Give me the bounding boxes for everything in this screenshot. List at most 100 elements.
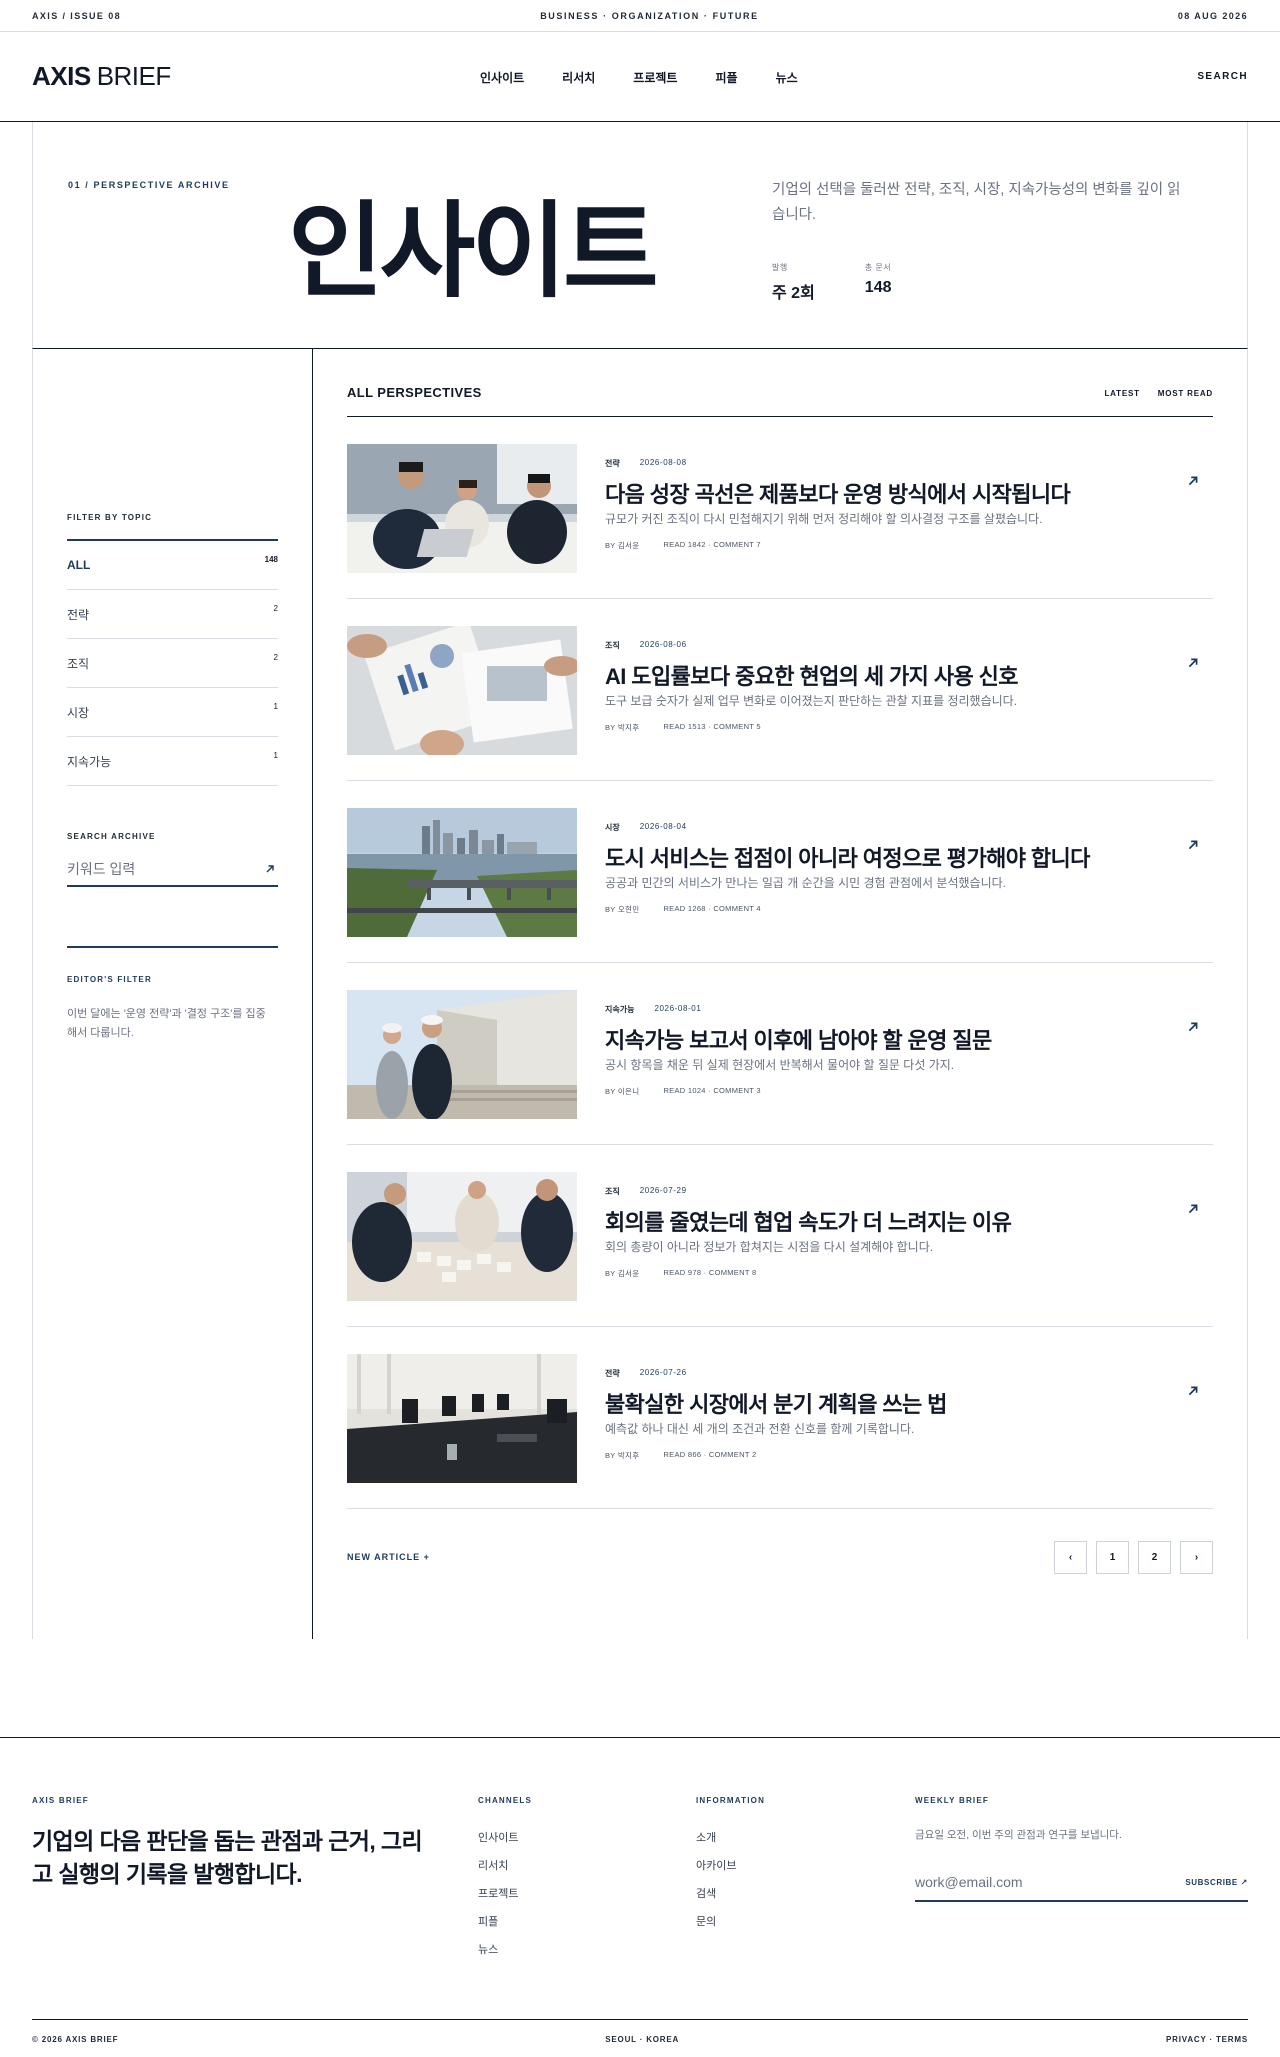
new-article-link[interactable]: NEW ARTICLE + <box>347 1552 430 1562</box>
article-author: BY 오현민 <box>605 905 640 914</box>
list-header: ALL PERSPECTIVES LATEST MOST READ <box>347 349 1213 417</box>
topic-filter-organization[interactable]: 조직 2 <box>67 639 278 688</box>
pager-next[interactable]: › <box>1180 1540 1213 1574</box>
stat-label: 총 문서 <box>864 263 892 272</box>
charts-paper-photo <box>347 626 577 755</box>
site-footer: AXIS BRIEF 기업의 다음 판단을 돕는 관점과 근거, 그리고 실행의… <box>0 1737 1280 2057</box>
footer-link-search[interactable]: 검색 <box>696 1885 765 1913</box>
pager-page-2[interactable]: 2 <box>1138 1540 1171 1574</box>
footer-bottom: © 2026 AXIS BRIEF SEOUL · KOREA PRIVACY … <box>32 2019 1248 2057</box>
footer-channels-title: CHANNELS <box>478 1796 533 1805</box>
topic-label: 지속가능 <box>67 754 112 769</box>
article-stats: READ 1268 · COMMENT 4 <box>663 904 761 913</box>
topic-filter-sustainability[interactable]: 지속가능 1 <box>67 737 278 786</box>
article-title[interactable]: 불확실한 시장에서 분기 계획을 쓰는 법 <box>605 1387 947 1419</box>
sort-most-read[interactable]: MOST READ <box>1158 389 1213 398</box>
article-row[interactable]: 조직 2026-07-29 회의를 줄였는데 협업 속도가 더 느려지는 이유 … <box>347 1145 1213 1327</box>
article-author: BY 이은니 <box>605 1087 640 1096</box>
filter-label: FILTER BY TOPIC <box>67 513 153 522</box>
article-title[interactable]: 회의를 줄였는데 협업 속도가 더 느려지는 이유 <box>605 1205 1012 1237</box>
archive-search-input[interactable] <box>67 861 247 877</box>
article-meta: 조직 2026-08-06 <box>605 640 687 651</box>
article-meta: 전략 2026-08-08 <box>605 458 687 469</box>
arrow-up-right-icon[interactable] <box>1185 473 1201 489</box>
footer-link-research[interactable]: 리서치 <box>478 1857 532 1885</box>
article-description: 예측값 하나 대신 세 개의 조건과 전환 신호를 함께 기록합니다. <box>605 1422 915 1436</box>
main-nav: 인사이트 리서치 프로젝트 피플 뉴스 <box>480 32 798 122</box>
nav-item-people[interactable]: 피플 <box>715 69 737 86</box>
boardroom-photo <box>347 1354 577 1483</box>
footer-link-insight[interactable]: 인사이트 <box>478 1829 532 1857</box>
topic-filter-list: ALL 148 전략 2 조직 2 시장 1 지속가능 1 <box>67 539 278 786</box>
nav-item-insight[interactable]: 인사이트 <box>480 69 524 86</box>
logo-bold: AXIS <box>32 61 91 91</box>
subscribe-button[interactable]: SUBSCRIBE ↗ <box>1185 1878 1248 1887</box>
topic-filter-market[interactable]: 시장 1 <box>67 688 278 737</box>
arrow-up-right-icon[interactable] <box>1185 1201 1201 1217</box>
article-row[interactable]: 시장 2026-08-04 도시 서비스는 접점이 아니라 여정으로 평가해야 … <box>347 781 1213 963</box>
article-byline: BY 오현민 READ 1268 · COMMENT 4 <box>605 904 761 915</box>
site-inspection-photo <box>347 990 577 1119</box>
article-author: BY 박지후 <box>605 1451 640 1460</box>
arrow-up-right-icon[interactable] <box>1185 1383 1201 1399</box>
top-strip: AXIS / ISSUE 08 BUSINESS · ORGANIZATION … <box>0 0 1280 32</box>
topic-count: 2 <box>273 653 278 662</box>
stat-label: 발행 <box>772 263 788 272</box>
article-date: 2026-07-26 <box>639 1368 687 1377</box>
topic-filter-strategy[interactable]: 전략 2 <box>67 590 278 639</box>
article-date: 2026-08-08 <box>639 458 687 467</box>
planning-table-photo <box>347 1172 577 1301</box>
nav-item-news[interactable]: 뉴스 <box>776 69 798 86</box>
list-title: ALL PERSPECTIVES <box>347 385 482 400</box>
footer-info-title: INFORMATION <box>696 1796 766 1805</box>
pager-prev[interactable]: ‹ <box>1054 1540 1087 1574</box>
legal-links: PRIVACY · TERMS <box>1166 2035 1248 2044</box>
legal-link[interactable]: PRIVACY · TERMS <box>1166 2035 1248 2044</box>
article-byline: BY 이은니 READ 1024 · COMMENT 3 <box>605 1086 761 1097</box>
article-title[interactable]: 다음 성장 곡선은 제품보다 운영 방식에서 시작됩니다 <box>605 477 1071 509</box>
article-row[interactable]: 전략 2026-07-26 불확실한 시장에서 분기 계획을 쓰는 법 예측값 … <box>347 1327 1213 1509</box>
topic-count: 148 <box>264 555 278 564</box>
article-stats: READ 1842 · COMMENT 7 <box>663 540 761 549</box>
article-title[interactable]: 지속가능 보고서 이후에 남아야 할 운영 질문 <box>605 1023 992 1055</box>
column-divider <box>312 349 313 1639</box>
article-title[interactable]: AI 도입률보다 중요한 현업의 세 가지 사용 신호 <box>605 659 1019 691</box>
search-link[interactable]: SEARCH <box>1197 71 1248 82</box>
footer-tagline: 기업의 다음 판단을 돕는 관점과 근거, 그리고 실행의 기록을 발행합니다. <box>32 1828 423 1888</box>
article-row[interactable]: 지속가능 2026-08-01 지속가능 보고서 이후에 남아야 할 운영 질문… <box>347 963 1213 1145</box>
footer-link-news[interactable]: 뉴스 <box>478 1941 532 1969</box>
footer-link-people[interactable]: 피플 <box>478 1913 532 1941</box>
article-description: 도구 보급 숫자가 실제 업무 변화로 이어졌는지 판단하는 관찰 지표를 정리… <box>605 694 1018 708</box>
copyright: © 2026 AXIS BRIEF <box>32 2034 119 2044</box>
location: SEOUL · KOREA <box>605 2034 680 2044</box>
article-row[interactable]: 전략 2026-08-08 다음 성장 곡선은 제품보다 운영 방식에서 시작됩… <box>347 417 1213 599</box>
nav-item-project[interactable]: 프로젝트 <box>633 69 677 86</box>
footer-link-about[interactable]: 소개 <box>696 1829 765 1857</box>
page-title: 인사이트 <box>288 194 659 310</box>
topic-filter-all[interactable]: ALL 148 <box>67 541 278 590</box>
footer-link-project[interactable]: 프로젝트 <box>478 1885 532 1913</box>
article-date: 2026-08-04 <box>639 822 687 831</box>
footer-link-archive[interactable]: 아카이브 <box>696 1857 765 1885</box>
footer-link-contact[interactable]: 문의 <box>696 1913 765 1941</box>
article-meta: 지속가능 2026-08-01 <box>605 1004 701 1015</box>
arrow-up-right-icon[interactable] <box>262 861 278 877</box>
article-category: 지속가능 <box>605 1005 635 1014</box>
topic-count: 2 <box>273 604 278 613</box>
hero-description: 기업의 선택을 둘러싼 전략, 조직, 시장, 지속가능성의 변화를 깊이 읽습… <box>772 182 1181 224</box>
article-stats: READ 978 · COMMENT 8 <box>663 1268 757 1277</box>
arrow-up-right-icon[interactable] <box>1185 837 1201 853</box>
article-row[interactable]: 조직 2026-08-06 AI 도입률보다 중요한 현업의 세 가지 사용 신… <box>347 599 1213 781</box>
pager-page-1[interactable]: 1 <box>1096 1540 1129 1574</box>
arrow-up-right-icon[interactable] <box>1185 655 1201 671</box>
stat-value: 148 <box>864 279 892 296</box>
logo[interactable]: AXIS BRIEF <box>32 61 171 92</box>
article-title[interactable]: 도시 서비스는 접점이 아니라 여정으로 평가해야 합니다 <box>605 841 1090 873</box>
sort-latest[interactable]: LATEST <box>1104 389 1139 398</box>
email-field[interactable] <box>915 1874 1155 1890</box>
sort-options: LATEST MOST READ <box>1104 389 1213 400</box>
city-bridge-photo <box>347 808 577 937</box>
logo-light: BRIEF <box>96 61 172 91</box>
arrow-up-right-icon[interactable] <box>1185 1019 1201 1035</box>
nav-item-research[interactable]: 리서치 <box>562 69 595 86</box>
